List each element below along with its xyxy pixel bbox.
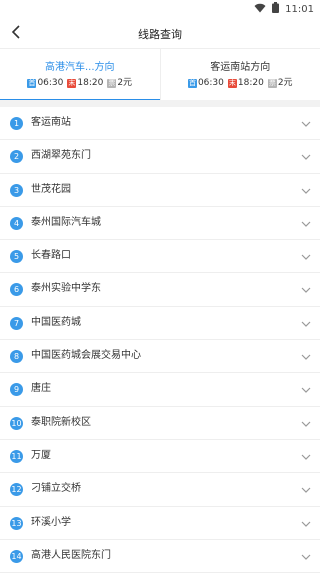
stop-name: 泰州国际汽车城 [31,216,101,230]
stop-number: 14 [10,550,23,563]
stop-item[interactable]: 7 中国医药城 [0,307,320,340]
status-right: 11:01 [254,2,314,16]
stop-item[interactable]: 13 环溪小学 [0,507,320,540]
first-bus-tag: 首 [27,79,36,88]
chevron-down-icon[interactable] [300,185,312,197]
stop-number: 6 [10,283,23,296]
stop-number: 1 [10,117,23,130]
stop-item[interactable]: 10 泰职院新校区 [0,407,320,440]
last-bus-tag: 末 [67,79,76,88]
direction-tab-2[interactable]: 客运南站方向 首 06:30 末 18:20 票 2元 [160,49,320,101]
fare-tag: 票 [107,79,116,88]
fare-value: 2元 [117,78,132,89]
chevron-down-icon[interactable] [300,284,312,296]
stop-name: 客运南站 [31,116,71,130]
stop-name: 刁铺立交桥 [31,482,81,496]
stop-number: 8 [10,350,23,363]
stop-number: 3 [10,184,23,197]
chevron-down-icon[interactable] [300,351,312,363]
chevron-down-icon[interactable] [300,118,312,130]
status-time: 11:01 [285,4,314,15]
chevron-down-icon[interactable] [300,251,312,263]
stop-name: 高港人民医院东门 [31,549,111,563]
chevron-down-icon[interactable] [300,551,312,563]
stop-item[interactable]: 2 西湖翠苑东门 [0,140,320,173]
last-bus-tag: 末 [228,79,237,88]
direction-name: 客运南站方向 [210,61,270,74]
stop-name: 唐庄 [31,382,51,396]
direction-name: 高港汽车...方向 [45,61,115,74]
stop-item[interactable]: 8 中国医药城会展交易中心 [0,340,320,373]
stop-number: 2 [10,150,23,163]
last-bus-time: 18:20 [238,78,264,89]
stop-item[interactable]: 12 刁铺立交桥 [0,473,320,506]
stop-item[interactable]: 9 唐庄 [0,373,320,406]
first-bus-time: 06:30 [37,78,63,89]
chevron-down-icon[interactable] [300,384,312,396]
stop-number: 11 [10,450,23,463]
stop-name: 万厦 [31,449,51,463]
stop-item[interactable]: 4 泰州国际汽车城 [0,207,320,240]
stop-name: 长春路口 [31,249,71,263]
stop-item[interactable]: 14 高港人民医院东门 [0,540,320,573]
direction-times: 首 06:30 末 18:20 票 2元 [188,78,293,89]
stop-name: 中国医药城会展交易中心 [31,349,141,363]
stop-name: 泰职院新校区 [31,416,91,430]
chevron-down-icon[interactable] [300,451,312,463]
stop-name: 环溪小学 [31,516,71,530]
stop-item[interactable]: 1 客运南站 [0,107,320,140]
battery-icon [272,2,279,16]
stop-list: 1 客运南站 2 西湖翠苑东门 3 世茂花园 4 泰州国际汽车城 5 长春路口 6 泰州实验… [0,107,320,573]
chevron-down-icon[interactable] [300,151,312,163]
chevron-down-icon[interactable] [300,518,312,530]
stop-name: 世茂花园 [31,183,71,197]
stop-number: 13 [10,517,23,530]
stop-name: 泰州实验中学东 [31,282,101,296]
direction-tabs: 高港汽车...方向 首 06:30 末 18:20 票 2元 客运南站方向 首 … [0,48,320,101]
fare-value: 2元 [278,78,293,89]
first-bus-time: 06:30 [198,78,224,89]
stop-number: 7 [10,317,23,330]
stop-number: 12 [10,483,23,496]
fare-tag: 票 [268,79,277,88]
status-bar: 11:01 [0,0,320,18]
stop-number: 4 [10,217,23,230]
chevron-down-icon[interactable] [300,418,312,430]
stop-name: 中国医药城 [31,316,81,330]
stop-number: 9 [10,383,23,396]
direction-times: 首 06:30 末 18:20 票 2元 [27,78,132,89]
stop-number: 5 [10,250,23,263]
first-bus-tag: 首 [188,79,197,88]
stop-item[interactable]: 6 泰州实验中学东 [0,273,320,306]
header: 线路查询 [0,18,320,48]
chevron-down-icon[interactable] [300,318,312,330]
direction-tab-1[interactable]: 高港汽车...方向 首 06:30 末 18:20 票 2元 [0,49,160,101]
chevron-down-icon[interactable] [300,484,312,496]
section-divider [0,100,320,107]
chevron-down-icon[interactable] [300,218,312,230]
stop-name: 西湖翠苑东门 [31,149,91,163]
stop-item[interactable]: 11 万厦 [0,440,320,473]
stop-item[interactable]: 5 长春路口 [0,240,320,273]
stop-item[interactable]: 3 世茂花园 [0,174,320,207]
stop-number: 10 [10,417,23,430]
page-title: 线路查询 [0,26,320,42]
wifi-icon [254,3,266,16]
last-bus-time: 18:20 [77,78,103,89]
